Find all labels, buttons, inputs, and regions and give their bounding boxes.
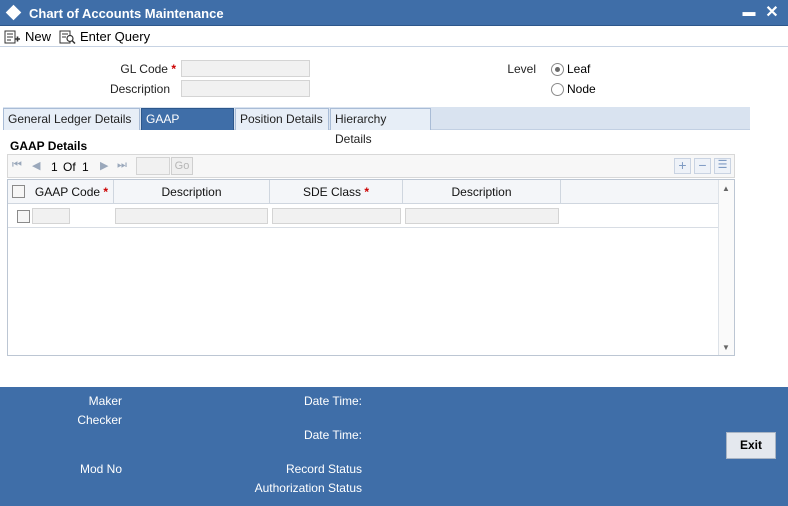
level-leaf-label: Leaf (567, 62, 591, 76)
pager-total: 1 (82, 160, 89, 174)
column-header-gaap-code: GAAP Code * (30, 180, 114, 204)
enter-query-icon (59, 30, 76, 44)
goto-page-input[interactable] (136, 157, 170, 175)
go-button[interactable]: Go (171, 157, 193, 175)
last-page-icon[interactable]: ⏭ (117, 159, 127, 172)
gaap-details-title: GAAP Details (10, 139, 88, 153)
maker-label: Maker (88, 394, 122, 408)
description-label: Description (109, 82, 170, 96)
first-page-icon[interactable]: ⏮ (12, 159, 22, 172)
row-select-checkbox[interactable] (17, 210, 30, 223)
gaap-details-grid: GAAP Code * Description SDE Class * Desc… (7, 179, 735, 356)
enter-query-button[interactable]: Enter Query (59, 28, 150, 45)
table-row (8, 204, 718, 228)
column-header-sde-description: Description (403, 180, 561, 204)
tab-general-ledger-details[interactable]: General Ledger Details (3, 108, 140, 130)
gl-code-input[interactable] (181, 60, 310, 77)
window-titlebar: Chart of Accounts Maintenance ▬ ✕ (0, 0, 788, 26)
tab-strip: General Ledger Details GAAP Linkages Pos… (3, 107, 750, 146)
pager-of-label: Of (63, 160, 76, 174)
description-input[interactable] (181, 80, 310, 97)
window-menu-icon[interactable] (5, 4, 22, 21)
sde-class-cell[interactable] (272, 208, 401, 224)
gaap-pager: ⏮ ◀ 1 Of 1 ▶ ⏭ Go + − ☰ (7, 154, 735, 178)
scroll-down-icon[interactable]: ▼ (722, 343, 730, 352)
enter-query-label: Enter Query (80, 29, 151, 44)
gl-code-label: GL Code * (120, 62, 176, 76)
minimize-icon[interactable]: ▬ (742, 4, 756, 20)
description-cell[interactable] (115, 208, 268, 224)
grid-header: GAAP Code * Description SDE Class * Desc… (8, 180, 718, 204)
pager-current: 1 (51, 160, 58, 174)
previous-page-icon[interactable]: ◀ (32, 159, 40, 172)
new-button-label: New (25, 29, 52, 44)
tab-position-details[interactable]: Position Details (235, 108, 329, 130)
select-all-checkbox[interactable] (12, 185, 25, 198)
level-label: Level (507, 62, 536, 76)
scroll-up-icon[interactable]: ▲ (722, 184, 730, 193)
checker-label: Checker (77, 413, 122, 427)
next-page-icon[interactable]: ▶ (100, 159, 108, 172)
level-node-radio[interactable] (551, 83, 564, 96)
toolbar: New Enter Query (0, 26, 788, 47)
delete-row-icon[interactable]: − (694, 158, 711, 174)
new-button[interactable]: New (4, 28, 51, 45)
gaap-code-cell[interactable] (32, 208, 70, 224)
tab-gaap-linkages[interactable]: GAAP Linkages (141, 108, 234, 146)
level-leaf-radio[interactable] (551, 63, 564, 76)
sde-description-cell[interactable] (405, 208, 559, 224)
audit-footer: Maker Checker Date Time: Date Time: Mod … (0, 387, 788, 506)
exit-button[interactable]: Exit (726, 432, 776, 459)
record-status-label: Record Status (285, 462, 362, 476)
column-header-sde-class: SDE Class * (270, 180, 403, 204)
maker-date-time-label: Date Time: (303, 394, 362, 408)
tab-hierarchy-details[interactable]: Hierarchy Details (330, 108, 431, 146)
add-row-icon[interactable]: + (674, 158, 691, 174)
checker-date-time-label: Date Time: (303, 428, 362, 442)
column-header-description: Description (114, 180, 270, 204)
new-record-icon (4, 30, 20, 43)
close-icon[interactable]: ✕ (764, 2, 780, 21)
window-title: Chart of Accounts Maintenance (29, 6, 224, 21)
authorization-status-label: Authorization Status (254, 481, 362, 495)
mod-no-label: Mod No (79, 462, 122, 476)
single-view-icon[interactable]: ☰ (714, 158, 731, 174)
grid-vertical-scrollbar[interactable]: ▲ ▼ (718, 180, 734, 355)
level-node-label: Node (567, 82, 596, 96)
